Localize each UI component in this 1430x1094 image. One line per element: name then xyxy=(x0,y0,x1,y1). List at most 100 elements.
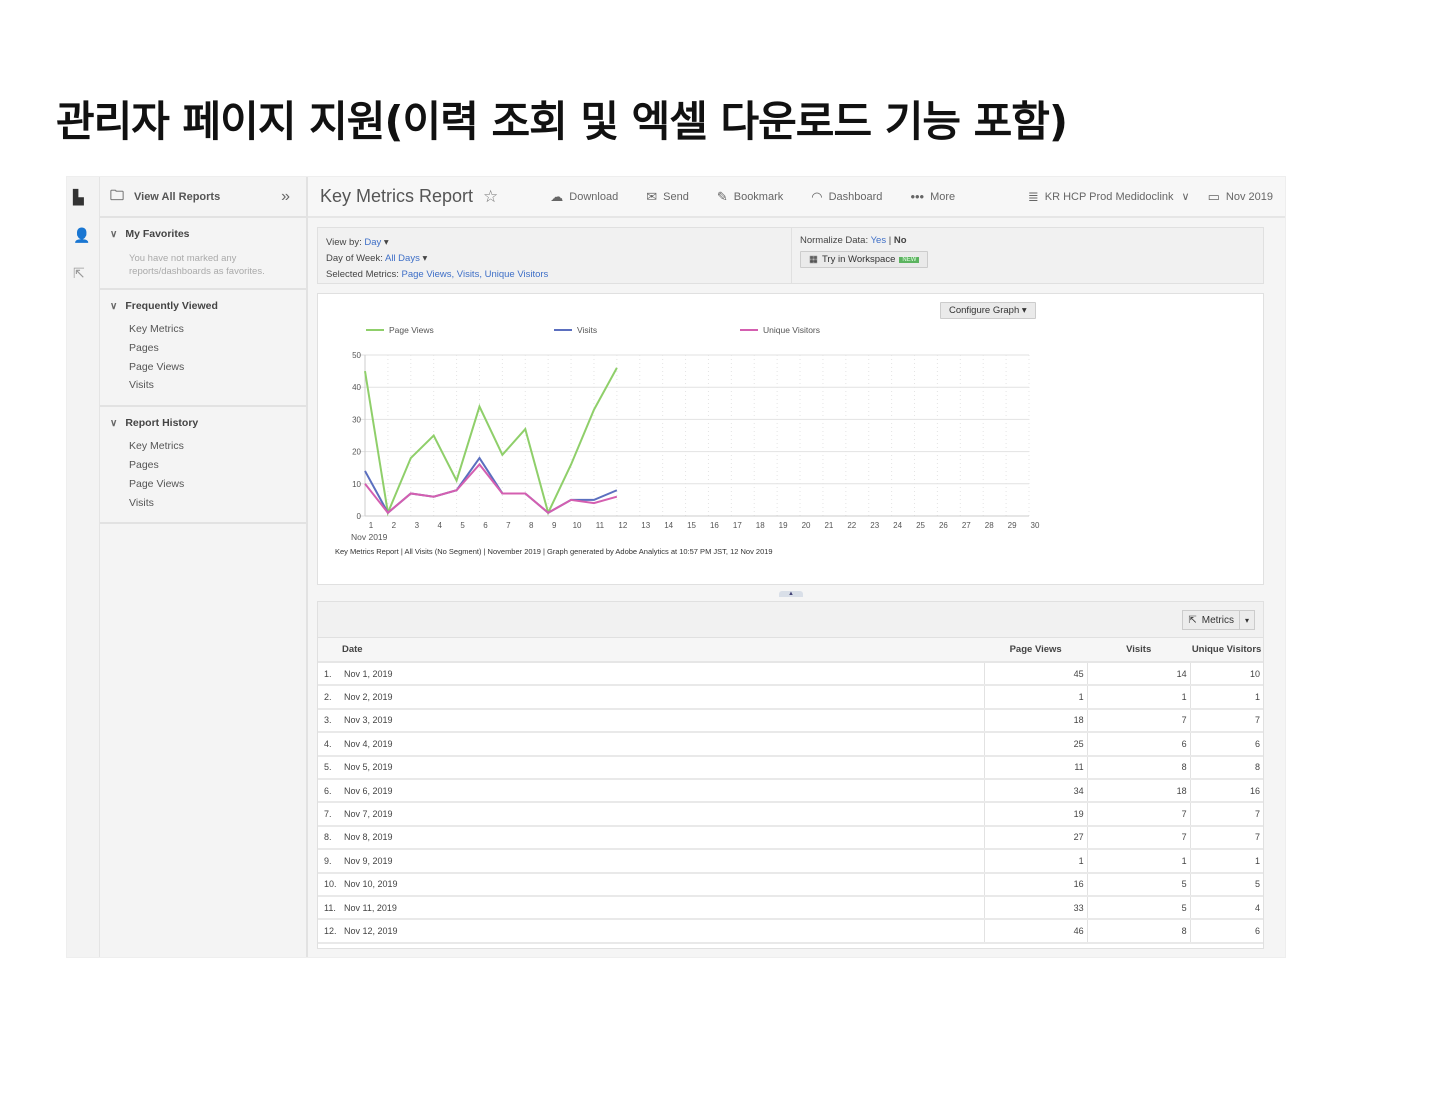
table-row[interactable]: 11. Nov 11, 2019 33 5 4 xyxy=(318,895,1263,921)
main-panel: Key Metrics Report ☆ ☁ Download ✉ Send ✎ Bo… xyxy=(308,177,1285,957)
col-visits[interactable]: Visits xyxy=(1087,638,1191,663)
history-item[interactable]: Page Views xyxy=(110,475,306,494)
metrics-row: Selected Metrics: Page Views, Visits, Un… xyxy=(326,267,548,283)
caret-down-icon[interactable]: ▾ xyxy=(1238,611,1254,629)
col-unique-visitors[interactable]: Unique Visitors xyxy=(1190,638,1263,663)
row-page-views: 45 xyxy=(983,662,1088,687)
dashboard-button[interactable]: ◠ Dashboard xyxy=(811,189,882,205)
row-date: Nov 7, 2019 xyxy=(344,802,985,827)
metrics-button[interactable]: ⇱ Metrics ▾ xyxy=(1182,610,1255,630)
col-page-views[interactable]: Page Views xyxy=(984,638,1088,663)
x-tick-label: 24 xyxy=(893,521,902,530)
x-tick-label: 17 xyxy=(733,521,742,530)
send-button[interactable]: ✉ Send xyxy=(646,189,689,205)
database-icon: ≣ xyxy=(1027,188,1039,204)
row-unique-visitors: 7 xyxy=(1189,802,1263,827)
table-row[interactable]: 6. Nov 6, 2019 34 18 16 xyxy=(318,778,1263,804)
favorites-header[interactable]: ∨ My Favorites xyxy=(110,226,306,242)
cursor-icon: ⇱ xyxy=(1188,614,1197,626)
row-date: Nov 1, 2019 xyxy=(344,662,985,687)
table-row[interactable]: 8. Nov 8, 2019 27 7 7 xyxy=(318,825,1263,851)
metrics-button-label: Metrics xyxy=(1201,614,1234,626)
row-date: Nov 5, 2019 xyxy=(344,755,985,780)
history-item[interactable]: Key Metrics xyxy=(110,437,306,456)
y-tick-label: 30 xyxy=(352,415,361,424)
star-icon[interactable]: ☆ xyxy=(483,187,498,207)
report-suite-select[interactable]: ≣ KR HCP Prod Medidoclink ∨ xyxy=(1028,189,1190,205)
table-row[interactable]: 5. Nov 5, 2019 11 8 8 xyxy=(318,755,1263,780)
favorites-title: My Favorites xyxy=(125,228,190,240)
data-table-panel: ⇱ Metrics ▾ Date Page Views Visits Unique … xyxy=(317,601,1264,949)
row-visits: 7 xyxy=(1086,802,1191,827)
frequent-header[interactable]: ∨ Frequently Viewed xyxy=(110,298,306,314)
x-tick-label: 29 xyxy=(1008,521,1017,530)
chevron-down-icon: ∨ xyxy=(110,300,118,312)
table-row[interactable]: 10. Nov 10, 2019 16 5 5 xyxy=(318,872,1263,897)
series-line-unique-visitors xyxy=(364,462,618,515)
history-title: Report History xyxy=(125,417,199,430)
frequent-section: ∨ Frequently Viewed Key Metrics Pages Pag… xyxy=(100,290,306,408)
chart-panel: Configure Graph ▾ 0 10 20 30 40 50 1 2 3 4 5 6 7 8 9 10… xyxy=(317,293,1264,585)
col-date[interactable]: Date xyxy=(318,638,985,663)
row-index: 3. xyxy=(318,708,344,734)
dow-select[interactable]: All Days xyxy=(385,253,420,264)
table-row[interactable]: 4. Nov 4, 2019 25 6 6 xyxy=(318,732,1263,757)
metrics-link[interactable]: Page Views, Visits, Unique Visitors xyxy=(402,269,549,280)
x-tick-label: 5 xyxy=(460,521,465,530)
pointer-icon[interactable]: ⇱ xyxy=(73,265,85,282)
suite-label: KR HCP Prod Medidoclink xyxy=(1044,190,1174,203)
row-unique-visitors: 5 xyxy=(1189,872,1263,897)
table-row[interactable]: 7. Nov 7, 2019 19 7 7 xyxy=(318,802,1263,827)
frequent-item[interactable]: Pages xyxy=(110,339,306,358)
gauge-icon: ◠ xyxy=(811,188,823,204)
row-page-views: 16 xyxy=(983,872,1088,897)
table-row[interactable]: 12. Nov 12, 2019 46 8 6 xyxy=(318,919,1263,944)
chevron-down-icon: ∨ xyxy=(110,228,118,240)
row-visits: 14 xyxy=(1086,662,1191,687)
normalize-no[interactable]: No xyxy=(894,235,907,246)
row-page-views: 19 xyxy=(983,802,1088,827)
panel-splitter[interactable]: ▲ xyxy=(779,591,803,597)
view-by-select[interactable]: Day xyxy=(364,237,381,248)
frequent-item[interactable]: Page Views xyxy=(110,358,306,377)
history-item[interactable]: Visits xyxy=(110,494,306,513)
sidebar: 🗀 View All Reports » ∨ My Favorites You hav… xyxy=(100,177,308,957)
x-tick-label: 4 xyxy=(437,521,442,530)
more-button[interactable]: ••• More xyxy=(910,189,955,204)
user-icon[interactable]: 👤 xyxy=(73,227,90,244)
dashboard-label: Dashboard xyxy=(828,190,883,203)
row-date: Nov 3, 2019 xyxy=(344,708,985,734)
row-unique-visitors: 7 xyxy=(1189,708,1263,734)
date-picker[interactable]: ▭ Nov 2019 xyxy=(1208,189,1273,205)
x-tick-label: 14 xyxy=(664,521,673,530)
frequent-item[interactable]: Key Metrics xyxy=(110,320,306,339)
normalize-yes[interactable]: Yes xyxy=(871,235,887,246)
view-all-label: View All Reports xyxy=(134,190,221,203)
history-header[interactable]: ∨ Report History xyxy=(110,415,306,431)
row-unique-visitors: 1 xyxy=(1189,685,1263,710)
more-label: More xyxy=(930,190,956,203)
row-visits: 5 xyxy=(1086,895,1191,921)
history-item[interactable]: Pages xyxy=(110,456,306,475)
download-button[interactable]: ☁ Download xyxy=(550,189,618,205)
data-table: Date Page Views Visits Unique Visitors 1… xyxy=(318,638,1263,944)
x-tick-label: 7 xyxy=(506,521,511,530)
table-row[interactable]: 9. Nov 9, 2019 1 1 1 xyxy=(318,849,1263,874)
x-tick-label: 1 xyxy=(369,521,374,530)
bookmark-button[interactable]: ✎ Bookmark xyxy=(717,189,783,205)
frequent-item[interactable]: Visits xyxy=(110,376,306,395)
frequent-title: Frequently Viewed xyxy=(125,300,218,312)
table-row[interactable]: 2. Nov 2, 2019 1 1 1 xyxy=(318,685,1263,710)
collapse-icon[interactable]: » xyxy=(281,188,290,206)
table-toolbar: ⇱ Metrics ▾ xyxy=(318,602,1263,638)
table-row[interactable]: 3. Nov 3, 2019 18 7 7 xyxy=(318,708,1263,734)
reports-icon[interactable]: ▙ xyxy=(73,189,84,206)
try-workspace-button[interactable]: ▦ Try in Workspace NEW xyxy=(800,251,929,268)
view-all-reports[interactable]: 🗀 View All Reports » xyxy=(100,177,306,218)
row-page-views: 34 xyxy=(983,778,1088,804)
table-row[interactable]: 1. Nov 1, 2019 45 14 10 xyxy=(318,662,1263,687)
series-line-page-views xyxy=(364,367,618,517)
bookmark-label: Bookmark xyxy=(733,190,784,203)
download-label: Download xyxy=(569,190,619,203)
row-visits: 8 xyxy=(1086,755,1191,780)
